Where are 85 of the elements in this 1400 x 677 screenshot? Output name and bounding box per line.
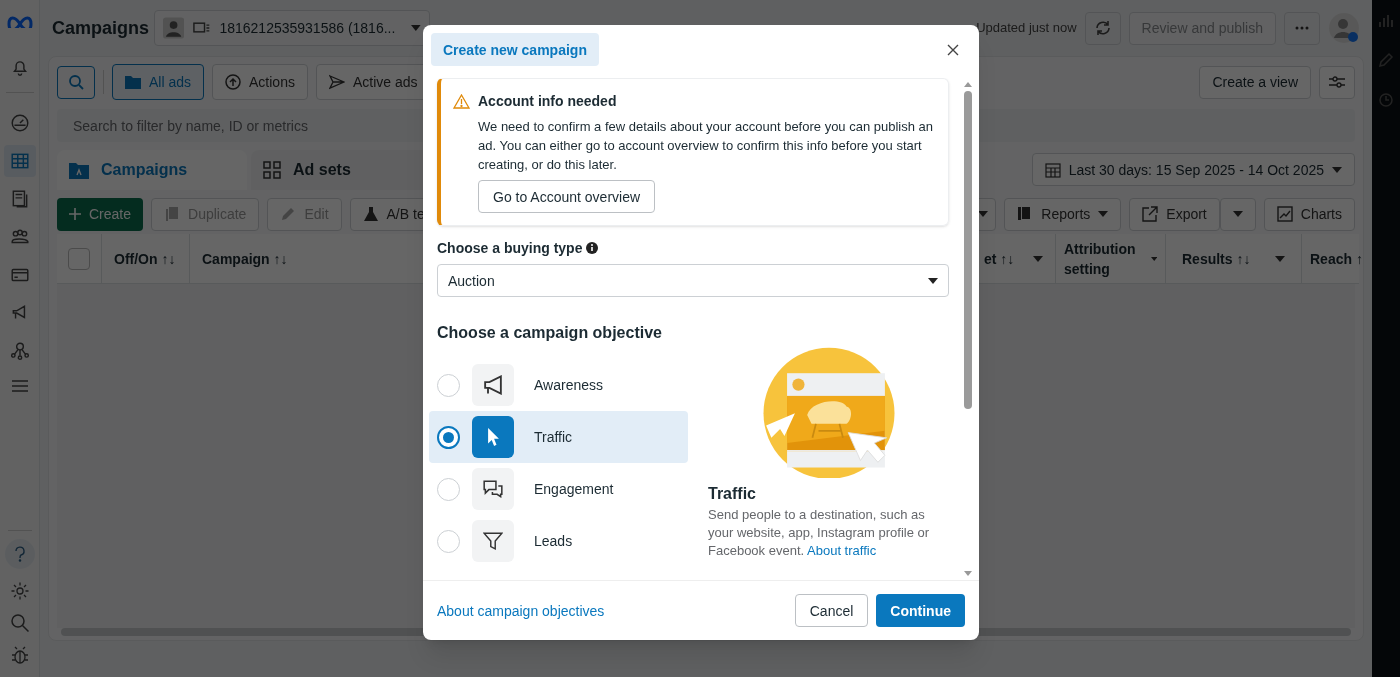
cancel-button[interactable]: Cancel: [794, 594, 869, 627]
bug-icon[interactable]: [9, 645, 30, 665]
menu-icon[interactable]: [10, 379, 29, 393]
column-header[interactable]: et ↑↓: [972, 234, 1055, 283]
network-icon: [9, 341, 30, 361]
account-selector[interactable]: 1816212535931586 (1816...: [154, 10, 430, 46]
help-icon[interactable]: [4, 539, 35, 569]
modal-title: Create new campaign: [431, 33, 599, 66]
copy-icon: [164, 206, 181, 222]
search-icon: [68, 74, 84, 90]
sliders-icon: [1328, 75, 1346, 89]
create-button[interactable]: Create: [57, 197, 144, 231]
toolbar-button[interactable]: Reports: [1004, 197, 1122, 231]
account-overview-button[interactable]: Go to Account overview: [478, 180, 656, 213]
section-heading: Choose a campaign objective: [437, 323, 663, 343]
column-header[interactable]: Results ↑↓: [1165, 234, 1301, 283]
grid-icon: [263, 161, 281, 179]
objective-option[interactable]: Engagement: [429, 463, 688, 515]
campaign-folder-icon: [69, 161, 89, 179]
settings-button[interactable]: [1319, 65, 1355, 99]
objective-option[interactable]: Awareness: [429, 359, 688, 411]
calendar-icon: [1044, 161, 1061, 178]
about-traffic-link[interactable]: About traffic: [807, 543, 877, 558]
flask-icon: [362, 206, 379, 222]
megaphone-icon: [483, 375, 503, 395]
scroll-up-icon[interactable]: [964, 82, 972, 87]
chat-icon: [483, 480, 503, 498]
caret-icon: [1332, 166, 1342, 173]
column-header[interactable]: Attribution setting: [1055, 234, 1165, 283]
caret-icon: [928, 277, 938, 284]
info-icon: [586, 242, 599, 254]
buying-type-select[interactable]: Auction: [437, 264, 949, 297]
sidebar-item[interactable]: [3, 145, 36, 177]
alert-text: We need to confirm a few details about your account before you can publish an ad. You can either go to account overview to confirm this info before you start creating, or do this later.: [478, 118, 935, 174]
alert-title: Account info needed: [478, 92, 617, 111]
refresh-icon: [1093, 19, 1112, 37]
avatar-icon[interactable]: [1328, 12, 1360, 44]
continue-button[interactable]: Continue: [876, 594, 965, 627]
gauge-icon: [9, 113, 30, 133]
scrollbar-thumb[interactable]: [964, 91, 972, 409]
scroll-down-icon[interactable]: [964, 571, 972, 576]
plus-icon: [69, 208, 81, 220]
update-status: Updated just now: [976, 19, 1077, 38]
person-icon: [163, 17, 185, 39]
settings-icon[interactable]: [9, 581, 30, 601]
caret-icon: [1150, 255, 1157, 262]
column-header[interactable]: Reach ↑: [1301, 234, 1359, 283]
objective-option[interactable]: Traffic: [429, 411, 688, 463]
upload-icon: [225, 74, 242, 90]
caret-icon: [1033, 255, 1043, 262]
export-icon: [1142, 206, 1159, 222]
toolbar-button[interactable]: Charts: [1263, 197, 1355, 231]
filter-icon: [483, 532, 503, 550]
objective-description: Send people to a destination, such as your website, app, Instagram profile or Facebook event. About traffic: [708, 506, 931, 560]
caret-icon: [978, 211, 989, 217]
search-icon[interactable]: [9, 613, 30, 633]
cursor-icon: [487, 428, 499, 446]
close-icon[interactable]: [947, 43, 959, 56]
folder-icon: [125, 75, 141, 89]
objective-title: Traffic: [708, 484, 757, 504]
objective-option[interactable]: Leads: [429, 515, 688, 567]
refresh-button[interactable]: [1084, 11, 1121, 45]
radio-button[interactable]: [437, 425, 460, 449]
toolbar-button[interactable]: Export: [1129, 197, 1220, 231]
table-icon: [9, 151, 30, 171]
date-range-button[interactable]: Last 30 days: 15 Sep 2025 - 14 Oct 2025: [1031, 153, 1355, 186]
field-label: Choose a buying type: [437, 239, 583, 258]
ad-account-icon: [192, 20, 212, 36]
caret-icon: [411, 25, 421, 31]
filter-button[interactable]: All ads: [112, 64, 205, 100]
chart-icon: [1276, 206, 1293, 222]
send-icon: [328, 74, 345, 90]
column-header[interactable]: Off/On ↑↓: [101, 234, 189, 283]
more-icon: [1295, 26, 1309, 30]
objectives-link[interactable]: About campaign objectives: [437, 600, 605, 621]
checkbox[interactable]: [68, 247, 90, 270]
warning-icon: [453, 93, 470, 109]
caret-icon: [1098, 211, 1109, 217]
more-button[interactable]: [1284, 11, 1320, 45]
filter-button[interactable]: Actions: [212, 64, 308, 100]
caret-icon: [1275, 255, 1285, 262]
create-view-button[interactable]: Create a view: [1199, 65, 1311, 99]
pencil-icon: [280, 206, 297, 222]
search-button[interactable]: [57, 65, 95, 99]
caret-icon: [1232, 211, 1243, 217]
